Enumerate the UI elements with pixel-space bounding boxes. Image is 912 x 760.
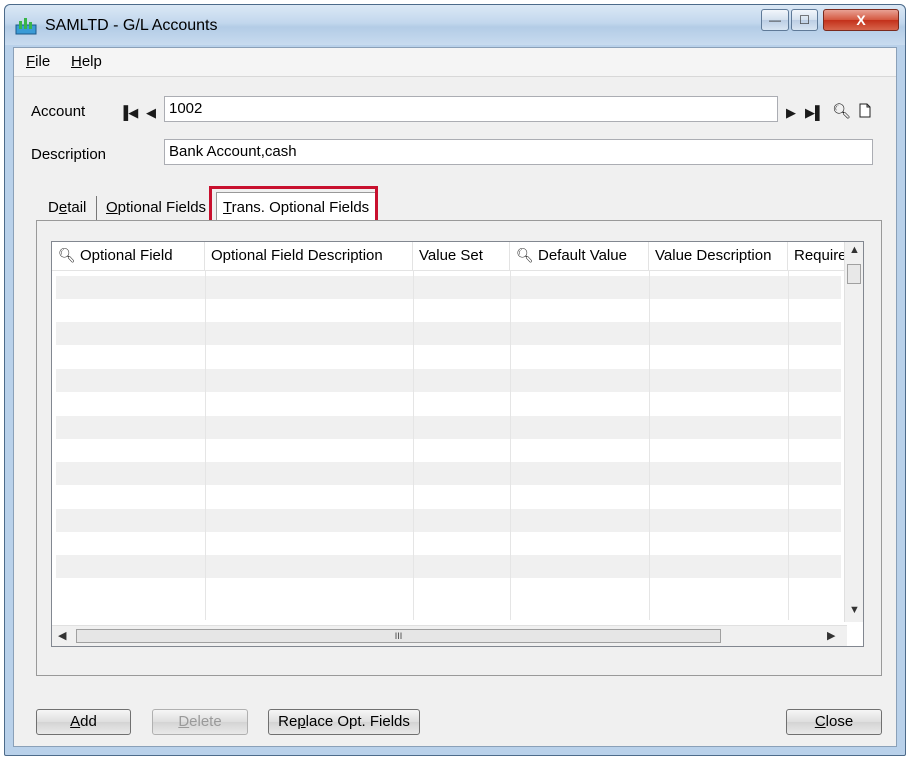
replace-button-accel: p	[297, 713, 306, 730]
table-row[interactable]	[56, 532, 841, 555]
scroll-up-icon[interactable]: ▲	[849, 244, 860, 256]
tab-detail[interactable]: Detail	[42, 194, 93, 220]
account-field[interactable]: 1002	[164, 96, 778, 122]
col-required[interactable]: Require	[788, 242, 847, 270]
menu-help[interactable]: Help	[71, 53, 102, 70]
col-default-value[interactable]: 🔍︎ Default Value	[510, 242, 649, 270]
close-window-button[interactable]: X	[823, 9, 899, 31]
tab-optional-accel: O	[106, 199, 118, 216]
maximize-button[interactable]: ☐	[791, 9, 818, 31]
minimize-button[interactable]: —	[761, 9, 789, 31]
menu-file[interactable]: File	[26, 53, 50, 70]
grid-line	[788, 270, 789, 620]
tab-optional-post: ptional Fields	[117, 199, 207, 216]
table-row[interactable]	[56, 346, 841, 369]
next-record-icon[interactable]: ▶	[786, 105, 796, 121]
optional-fields-grid: 🔍︎ Optional Field Optional Field Descript…	[51, 241, 864, 647]
col-optional-field-label: Optional Field	[80, 247, 173, 264]
col-value-description[interactable]: Value Description	[649, 242, 788, 270]
table-row[interactable]	[56, 416, 841, 440]
table-row[interactable]	[56, 276, 841, 300]
col-value-set-label: Value Set	[419, 247, 483, 264]
tab-detail-post: tail	[67, 199, 87, 216]
app-window: SAMLTD - G/L Accounts — ☐ X File Help Ac…	[4, 4, 906, 756]
table-row[interactable]	[56, 369, 841, 393]
tab-optional-fields[interactable]: Optional Fields	[100, 194, 213, 220]
account-label: Account	[31, 103, 86, 120]
scroll-left-icon[interactable]: ◀	[58, 629, 66, 642]
table-row[interactable]	[56, 486, 841, 509]
add-button-label: dd	[80, 713, 97, 730]
scroll-down-icon[interactable]: ▼	[849, 604, 860, 616]
title-bar: SAMLTD - G/L Accounts — ☐ X	[5, 5, 905, 45]
grid-line	[205, 270, 206, 620]
horizontal-scroll-thumb[interactable]: III	[76, 629, 721, 643]
vertical-scrollbar[interactable]: ▲ ▼	[844, 242, 863, 622]
table-row[interactable]	[56, 462, 841, 486]
vertical-scroll-thumb[interactable]	[847, 264, 861, 284]
window-title: SAMLTD - G/L Accounts	[45, 17, 218, 34]
table-row[interactable]	[56, 299, 841, 322]
tab-separator	[96, 196, 97, 220]
search-icon[interactable]: 🔍︎	[58, 247, 76, 264]
tab-panel: 🔍︎ Optional Field Optional Field Descript…	[36, 220, 882, 676]
replace-button-post: lace Opt. Fields	[305, 713, 410, 730]
app-icon	[15, 18, 37, 35]
grid-line	[413, 270, 414, 620]
menu-help-label: elp	[81, 53, 102, 70]
menu-file-label: ile	[35, 53, 51, 70]
finder-icon[interactable]: 🔍︎	[832, 102, 851, 120]
tab-detail-accel: e	[58, 199, 68, 216]
table-row[interactable]	[56, 509, 841, 533]
col-value-description-label: Value Description	[655, 247, 772, 264]
delete-button-label: elete	[189, 713, 222, 730]
grid-line	[649, 270, 650, 620]
col-required-label: Require	[794, 247, 847, 264]
last-record-icon[interactable]: ▶▌	[805, 105, 824, 121]
add-button[interactable]: Add	[36, 709, 131, 735]
close-button[interactable]: Close	[786, 709, 882, 735]
menu-bar: File Help	[14, 48, 896, 77]
col-value-set[interactable]: Value Set	[413, 242, 510, 270]
table-row[interactable]	[56, 392, 841, 415]
new-record-icon[interactable]	[859, 103, 871, 118]
horizontal-scrollbar[interactable]: ◀ III ▶	[52, 625, 847, 646]
replace-opt-fields-button[interactable]: Replace Opt. Fields	[268, 709, 420, 735]
add-button-accel: A	[70, 713, 81, 730]
close-button-label: lose	[825, 713, 854, 730]
scroll-right-icon[interactable]: ▶	[827, 629, 835, 642]
table-row[interactable]	[56, 555, 841, 579]
col-optional-field-description[interactable]: Optional Field Description	[205, 242, 413, 270]
search-icon[interactable]: 🔍︎	[516, 247, 534, 264]
previous-record-icon[interactable]: ◀	[146, 105, 156, 121]
table-row[interactable]	[56, 322, 841, 346]
table-row[interactable]	[56, 439, 841, 462]
delete-button[interactable]: Delete	[152, 709, 248, 735]
delete-button-accel: D	[178, 713, 190, 730]
col-default-value-label: Default Value	[538, 247, 627, 264]
grid-header: 🔍︎ Optional Field Optional Field Descript…	[52, 242, 847, 271]
menu-help-accel: H	[71, 53, 82, 70]
table-row[interactable]	[56, 579, 841, 602]
grid-line	[510, 270, 511, 620]
close-button-accel: C	[814, 713, 826, 730]
description-label: Description	[31, 146, 107, 163]
tab-detail-pre: D	[48, 199, 59, 216]
col-description-label: Optional Field Description	[211, 247, 383, 264]
description-field[interactable]: Bank Account,cash	[164, 139, 873, 165]
client-area: File Help Account ▐◀ ◀ 1002 ▶ ▶▌ 🔍︎ Desc…	[13, 47, 897, 747]
first-record-icon[interactable]: ▐◀	[119, 105, 138, 121]
replace-button-pre: Re	[278, 713, 298, 730]
menu-file-accel: F	[26, 53, 36, 70]
col-optional-field[interactable]: 🔍︎ Optional Field	[52, 242, 205, 270]
